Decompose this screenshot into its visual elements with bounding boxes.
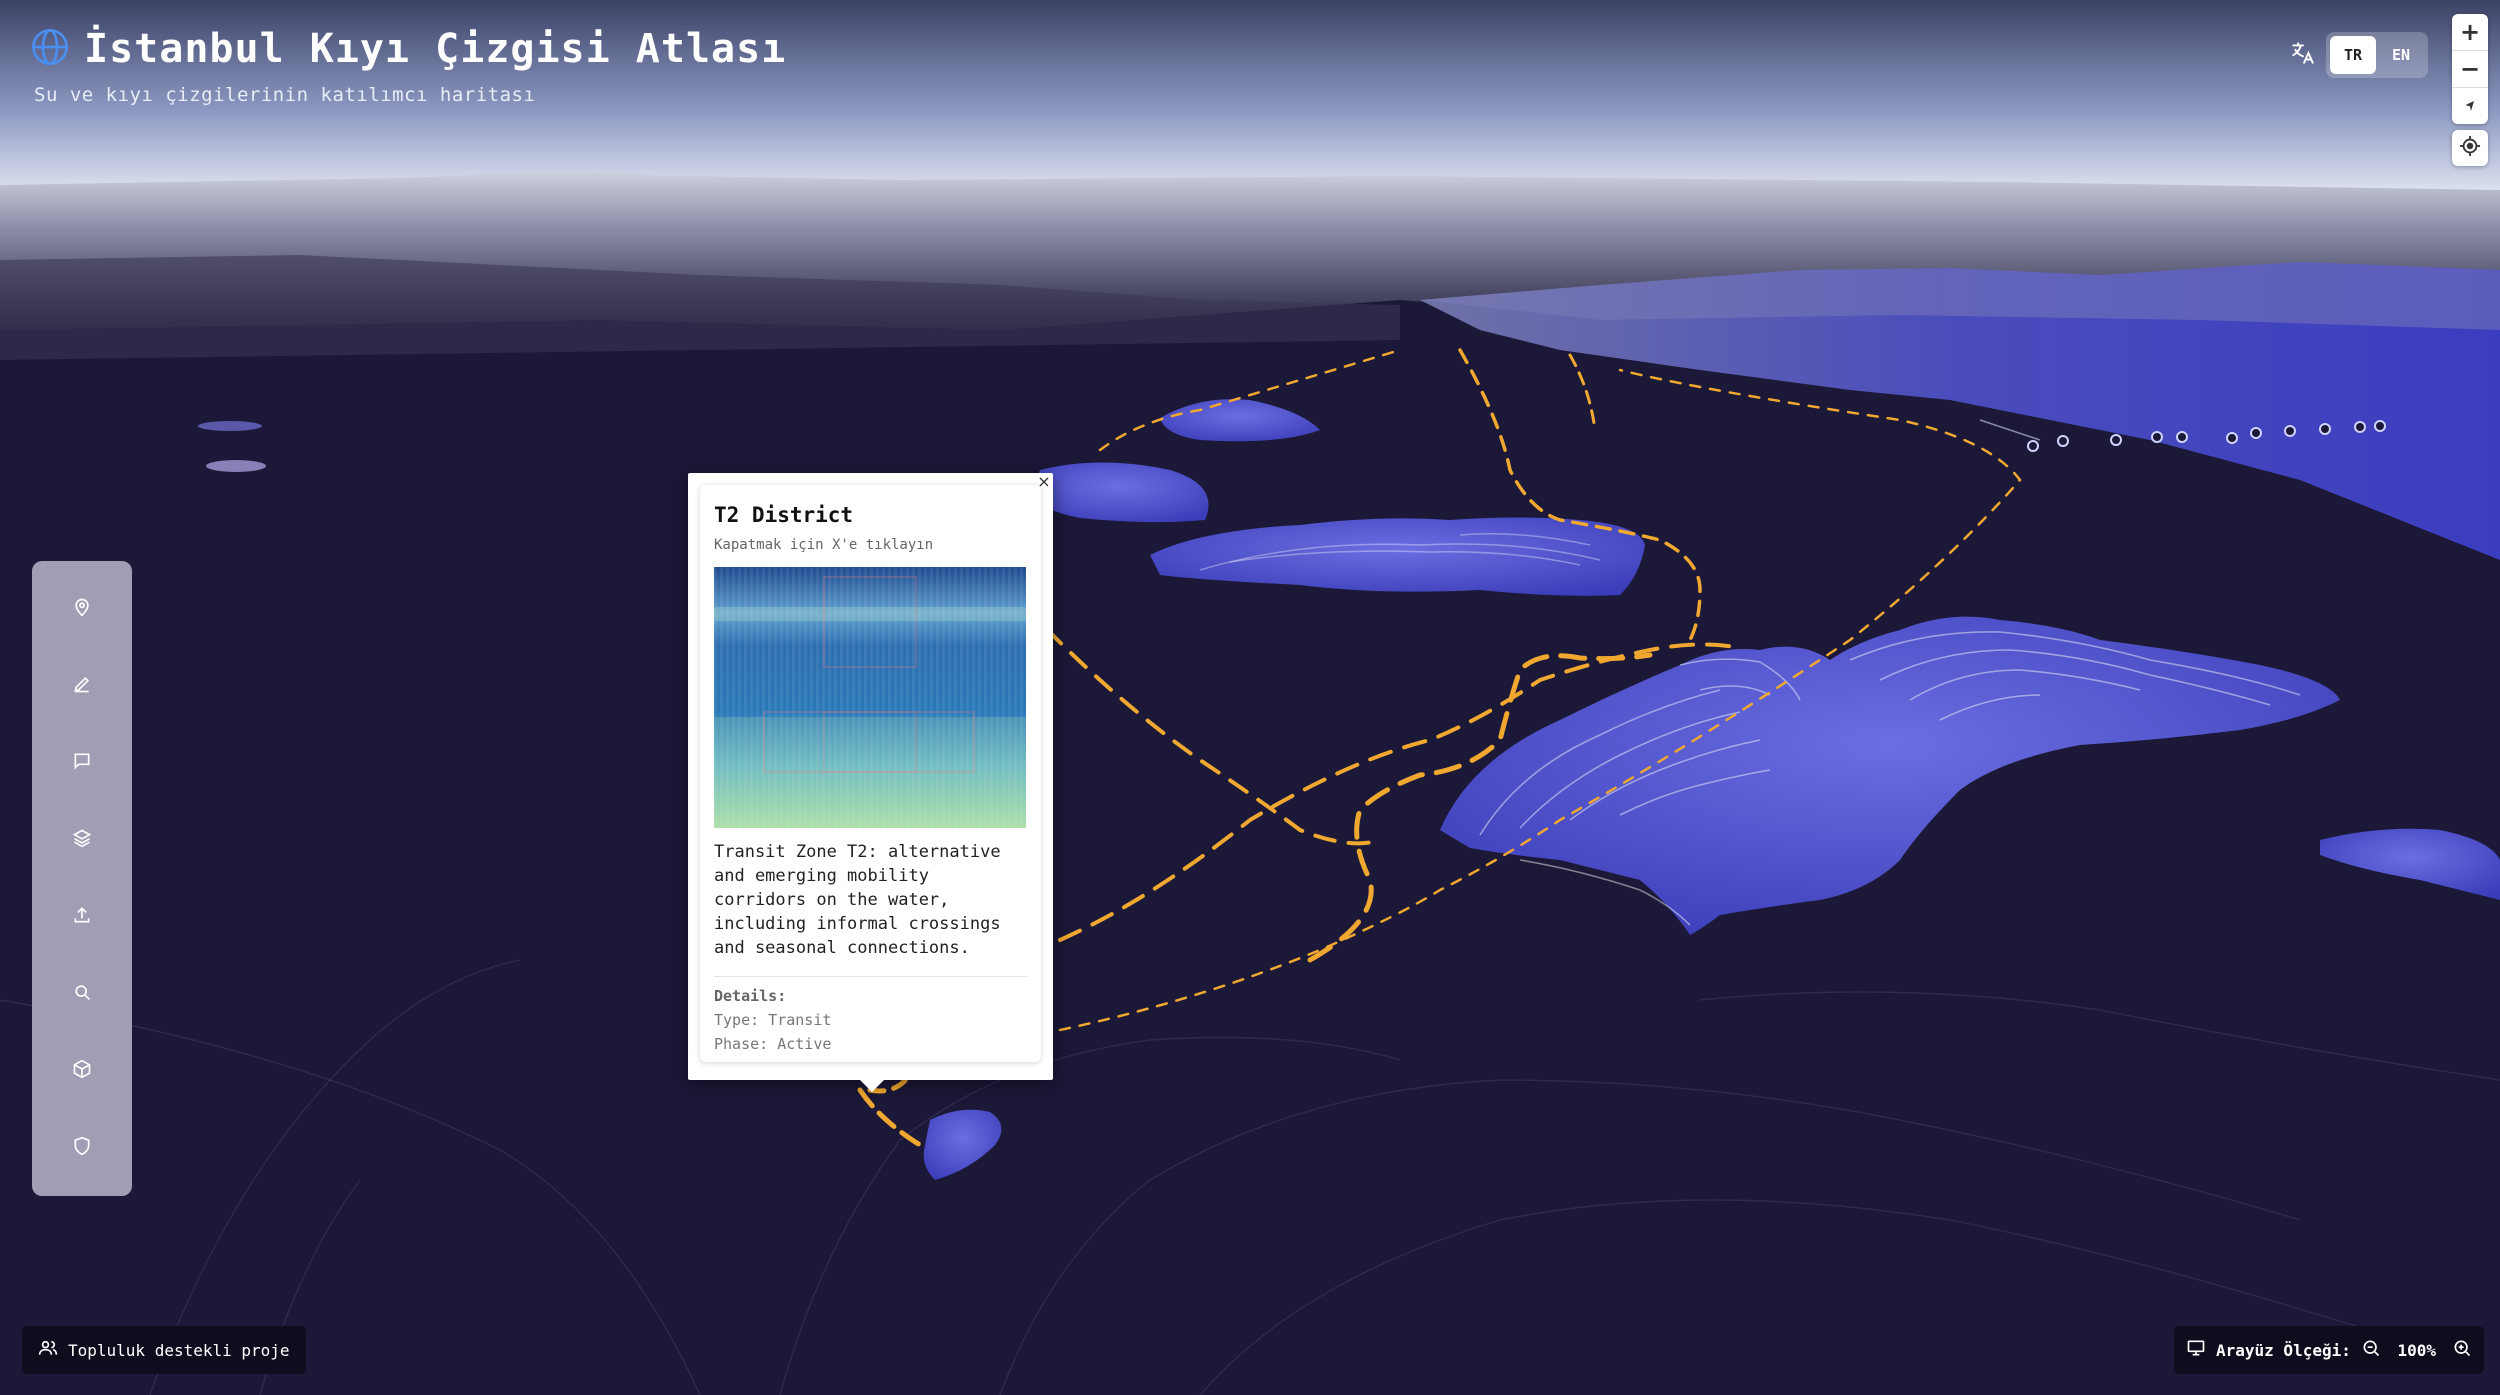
popup-details-heading: Details: (714, 987, 787, 1005)
tool-upload[interactable] (60, 895, 104, 939)
translate-icon[interactable] (2290, 40, 2316, 70)
monitor-icon (2186, 1338, 2206, 1362)
ui-scale-control: Arayüz Ölçeği: 100% (2174, 1326, 2484, 1374)
tool-add-pin[interactable] (60, 587, 104, 631)
app-header: İstanbul Kıyı Çizgisi Atlası Su ve kıyı … (30, 26, 786, 106)
popup-detail-phase: Phase: Active (714, 1035, 832, 1053)
zoom-out-button[interactable]: − (2452, 51, 2488, 88)
map-pin-icon (72, 597, 92, 621)
popup-title: T2 District (714, 503, 854, 527)
zoom-in-icon (2452, 1340, 2472, 1362)
popup-description: Transit Zone T2: alternative and emergin… (714, 842, 1001, 958)
upload-icon (72, 905, 92, 929)
community-label: Topluluk destekli proje (68, 1340, 290, 1360)
compass-button[interactable] (2452, 88, 2488, 124)
tool-comment[interactable] (60, 741, 104, 785)
tool-draw[interactable] (60, 664, 104, 708)
page-subtitle: Su ve kıyı çizgilerinin katılımcı harita… (34, 84, 536, 106)
compass-icon (2462, 92, 2478, 120)
popup-image (714, 567, 1026, 828)
tool-layers[interactable] (60, 818, 104, 862)
ui-scale-label: Arayüz Ölçeği: (2216, 1340, 2351, 1360)
language-en-button[interactable]: EN (2378, 36, 2424, 74)
popup-hint: Kapatmak için X'e tıklayın (714, 537, 934, 553)
tool-search[interactable] (60, 972, 104, 1016)
scale-zoom-in-button[interactable] (2452, 1338, 2472, 1362)
globe-icon (30, 27, 70, 71)
tool-3d[interactable] (60, 1049, 104, 1093)
layers-icon (72, 828, 92, 852)
map-zoom-control: + − (2452, 14, 2488, 124)
zoom-out-icon (2361, 1340, 2381, 1362)
locate-button[interactable] (2452, 130, 2488, 166)
map-canvas[interactable] (0, 0, 2500, 1395)
language-toggle: TR EN (2326, 32, 2428, 78)
ui-scale-value: 100% (2397, 1340, 2436, 1360)
popup-detail-type: Type: Transit (714, 1011, 832, 1029)
language-switcher: TR EN (2290, 32, 2428, 78)
crosshair-icon (2459, 135, 2481, 161)
pencil-icon (72, 674, 92, 698)
cube-icon (72, 1059, 92, 1083)
page-title: İstanbul Kıyı Çizgisi Atlası (84, 26, 787, 72)
feature-popup: × T2 District Kapatmak için X'e tıklayın… (688, 473, 1053, 1092)
tool-privacy[interactable] (60, 1126, 104, 1170)
tool-sidebar (32, 561, 132, 1196)
users-icon (38, 1338, 58, 1362)
popup-card: T2 District Kapatmak için X'e tıklayın T… (700, 485, 1041, 1062)
comment-icon (72, 751, 92, 775)
shield-icon (72, 1136, 92, 1160)
community-badge[interactable]: Topluluk destekli proje (22, 1326, 306, 1374)
language-tr-button[interactable]: TR (2330, 36, 2376, 74)
zoom-in-button[interactable]: + (2452, 14, 2488, 51)
popup-pointer (860, 1080, 884, 1092)
popup-divider (714, 976, 1027, 977)
search-icon (72, 982, 92, 1006)
scale-zoom-out-button[interactable] (2361, 1338, 2381, 1362)
